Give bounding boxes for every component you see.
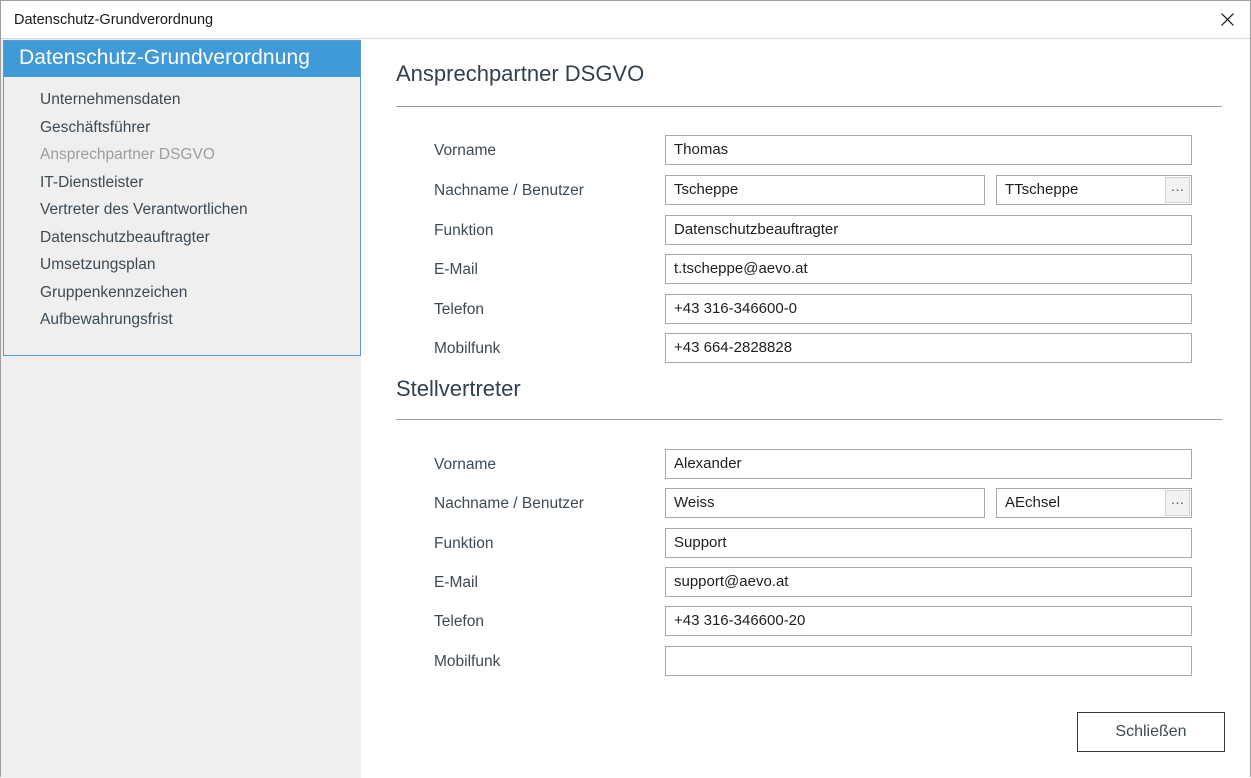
section-divider-ansprechpartner bbox=[396, 106, 1222, 107]
sidebar-item-datenschutzbeauftragter[interactable]: Datenschutzbeauftragter bbox=[4, 224, 360, 252]
sidebar-item-umsetzungsplan[interactable]: Umsetzungsplan bbox=[4, 251, 360, 279]
label-funktion-2: Funktion bbox=[434, 535, 494, 552]
content-area: Ansprechpartner DSGVO Vorname Thomas Nac… bbox=[361, 39, 1250, 778]
input-vorname-2[interactable]: Alexander bbox=[665, 449, 1192, 479]
input-mobilfunk-2[interactable] bbox=[665, 646, 1192, 676]
sidebar-list: Unternehmensdaten Geschäftsführer Anspre… bbox=[4, 86, 360, 334]
sidebar-item-it-dienstleister[interactable]: IT-Dienstleister bbox=[4, 169, 360, 197]
close-icon bbox=[1220, 13, 1234, 26]
sidebar-item-geschaeftsfuehrer[interactable]: Geschäftsführer bbox=[4, 114, 360, 142]
input-funktion-1[interactable]: Datenschutzbeauftragter bbox=[665, 215, 1192, 245]
close-dialog-button[interactable]: Schließen bbox=[1077, 712, 1225, 752]
sidebar: Datenschutz-Grundverordnung Unternehmens… bbox=[1, 39, 361, 778]
label-email-1: E-Mail bbox=[434, 261, 478, 278]
sidebar-item-unternehmensdaten[interactable]: Unternehmensdaten bbox=[4, 86, 360, 114]
dialog-window: Datenschutz-Grundverordnung Datenschutz-… bbox=[0, 0, 1251, 778]
input-vorname-1[interactable]: Thomas bbox=[665, 135, 1192, 165]
label-vorname-2: Vorname bbox=[434, 456, 497, 473]
input-email-1[interactable]: t.tscheppe@aevo.at bbox=[665, 254, 1192, 284]
benutzer-picker-button-1[interactable]: … bbox=[1165, 177, 1190, 203]
input-email-2[interactable]: support@aevo.at bbox=[665, 567, 1192, 597]
input-nachname-2[interactable]: Weiss bbox=[665, 488, 985, 518]
input-benutzer-1[interactable]: TTscheppe … bbox=[996, 175, 1192, 205]
label-telefon-2: Telefon bbox=[434, 613, 484, 630]
section-title-ansprechpartner: Ansprechpartner DSGVO bbox=[396, 61, 645, 86]
input-telefon-2[interactable]: +43 316-346600-20 bbox=[665, 606, 1192, 636]
ellipsis-icon: … bbox=[1170, 491, 1185, 507]
input-benutzer-1-value: TTscheppe bbox=[1005, 181, 1079, 198]
label-nachname-benutzer-2: Nachname / Benutzer bbox=[434, 495, 584, 512]
ellipsis-icon: … bbox=[1170, 178, 1185, 194]
benutzer-picker-button-2[interactable]: … bbox=[1165, 490, 1190, 516]
close-window-button[interactable] bbox=[1204, 1, 1250, 38]
label-funktion-1: Funktion bbox=[434, 222, 494, 239]
label-mobilfunk-2: Mobilfunk bbox=[434, 653, 501, 670]
label-telefon-1: Telefon bbox=[434, 301, 484, 318]
sidebar-item-gruppenkennzeichen[interactable]: Gruppenkennzeichen bbox=[4, 279, 360, 307]
label-vorname-1: Vorname bbox=[434, 142, 497, 159]
label-nachname-benutzer-1: Nachname / Benutzer bbox=[434, 182, 584, 199]
sidebar-item-ansprechpartner-dsgvo[interactable]: Ansprechpartner DSGVO bbox=[4, 141, 360, 169]
sidebar-header-label: Datenschutz-Grundverordnung bbox=[19, 46, 311, 69]
sidebar-header: Datenschutz-Grundverordnung bbox=[4, 41, 360, 77]
input-funktion-2[interactable]: Support bbox=[665, 528, 1192, 558]
section-title-stellvertreter: Stellvertreter bbox=[396, 376, 521, 401]
input-benutzer-2-value: AEchsel bbox=[1005, 494, 1061, 511]
sidebar-item-vertreter-des-verantwortlichen[interactable]: Vertreter des Verantwortlichen bbox=[4, 196, 360, 224]
label-email-2: E-Mail bbox=[434, 574, 478, 591]
label-mobilfunk-1: Mobilfunk bbox=[434, 340, 501, 357]
section-divider-stellvertreter bbox=[396, 419, 1222, 420]
input-benutzer-2[interactable]: AEchsel … bbox=[996, 488, 1192, 518]
input-nachname-1[interactable]: Tscheppe bbox=[665, 175, 985, 205]
sidebar-item-aufbewahrungsfrist[interactable]: Aufbewahrungsfrist bbox=[4, 306, 360, 334]
input-mobilfunk-1[interactable]: +43 664-2828828 bbox=[665, 333, 1192, 363]
input-telefon-1[interactable]: +43 316-346600-0 bbox=[665, 294, 1192, 324]
window-title: Datenschutz-Grundverordnung bbox=[14, 12, 214, 28]
sidebar-nav-box: Datenschutz-Grundverordnung Unternehmens… bbox=[3, 40, 361, 356]
title-bar: Datenschutz-Grundverordnung bbox=[1, 1, 1250, 39]
